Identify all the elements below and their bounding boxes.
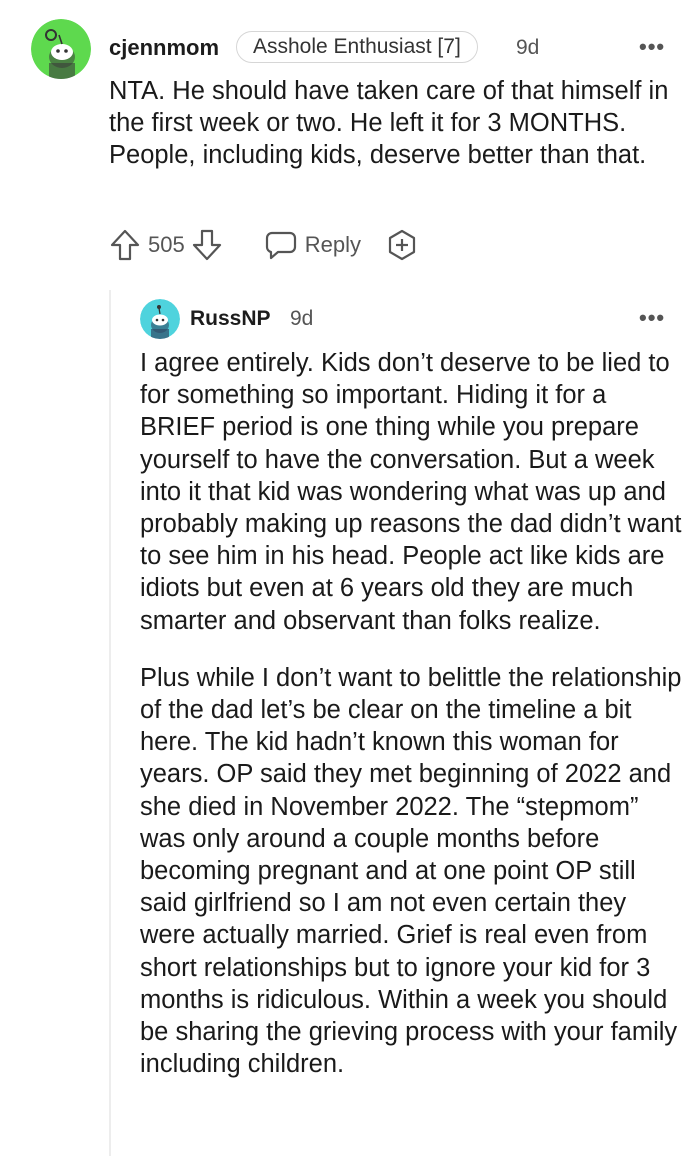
- upvote-button[interactable]: [109, 228, 141, 262]
- snoo-avatar-icon: [31, 19, 91, 79]
- downvote-button[interactable]: [191, 228, 223, 262]
- reply-age: 9d: [290, 307, 314, 330]
- vote-count: 505: [148, 232, 185, 257]
- award-plus-icon: [388, 229, 416, 261]
- comment-age: 9d: [516, 36, 540, 59]
- snoo-avatar-icon: [140, 299, 180, 339]
- more-options-icon[interactable]: •••: [639, 36, 665, 58]
- chat-bubble-icon: [265, 231, 296, 260]
- comment-body: NTA. He should have taken care of that h…: [109, 75, 684, 172]
- reply-username[interactable]: RussNP: [190, 307, 271, 331]
- avatar[interactable]: [31, 19, 91, 79]
- reply-body: I agree entirely. Kids don’t deserve to …: [140, 347, 685, 1080]
- reply-label: Reply: [304, 232, 361, 257]
- downvote-arrow-icon: [192, 229, 221, 261]
- more-options-icon[interactable]: •••: [639, 307, 665, 329]
- reply-avatar[interactable]: [140, 299, 180, 339]
- comment-text: NTA. He should have taken care of that h…: [109, 77, 669, 170]
- user-flair: Asshole Enthusiast [7]: [236, 31, 478, 63]
- reply-button[interactable]: Reply: [265, 230, 361, 260]
- upvote-arrow-icon: [110, 229, 140, 261]
- comment-username[interactable]: cjennmom: [109, 35, 219, 61]
- reply-paragraph: Plus while I don’t want to belittle the …: [140, 663, 682, 1079]
- award-button[interactable]: [385, 228, 419, 262]
- reply-paragraph: I agree entirely. Kids don’t deserve to …: [140, 349, 682, 635]
- thread-line[interactable]: [109, 290, 111, 1156]
- comment-action-bar: 505 Reply: [109, 228, 419, 262]
